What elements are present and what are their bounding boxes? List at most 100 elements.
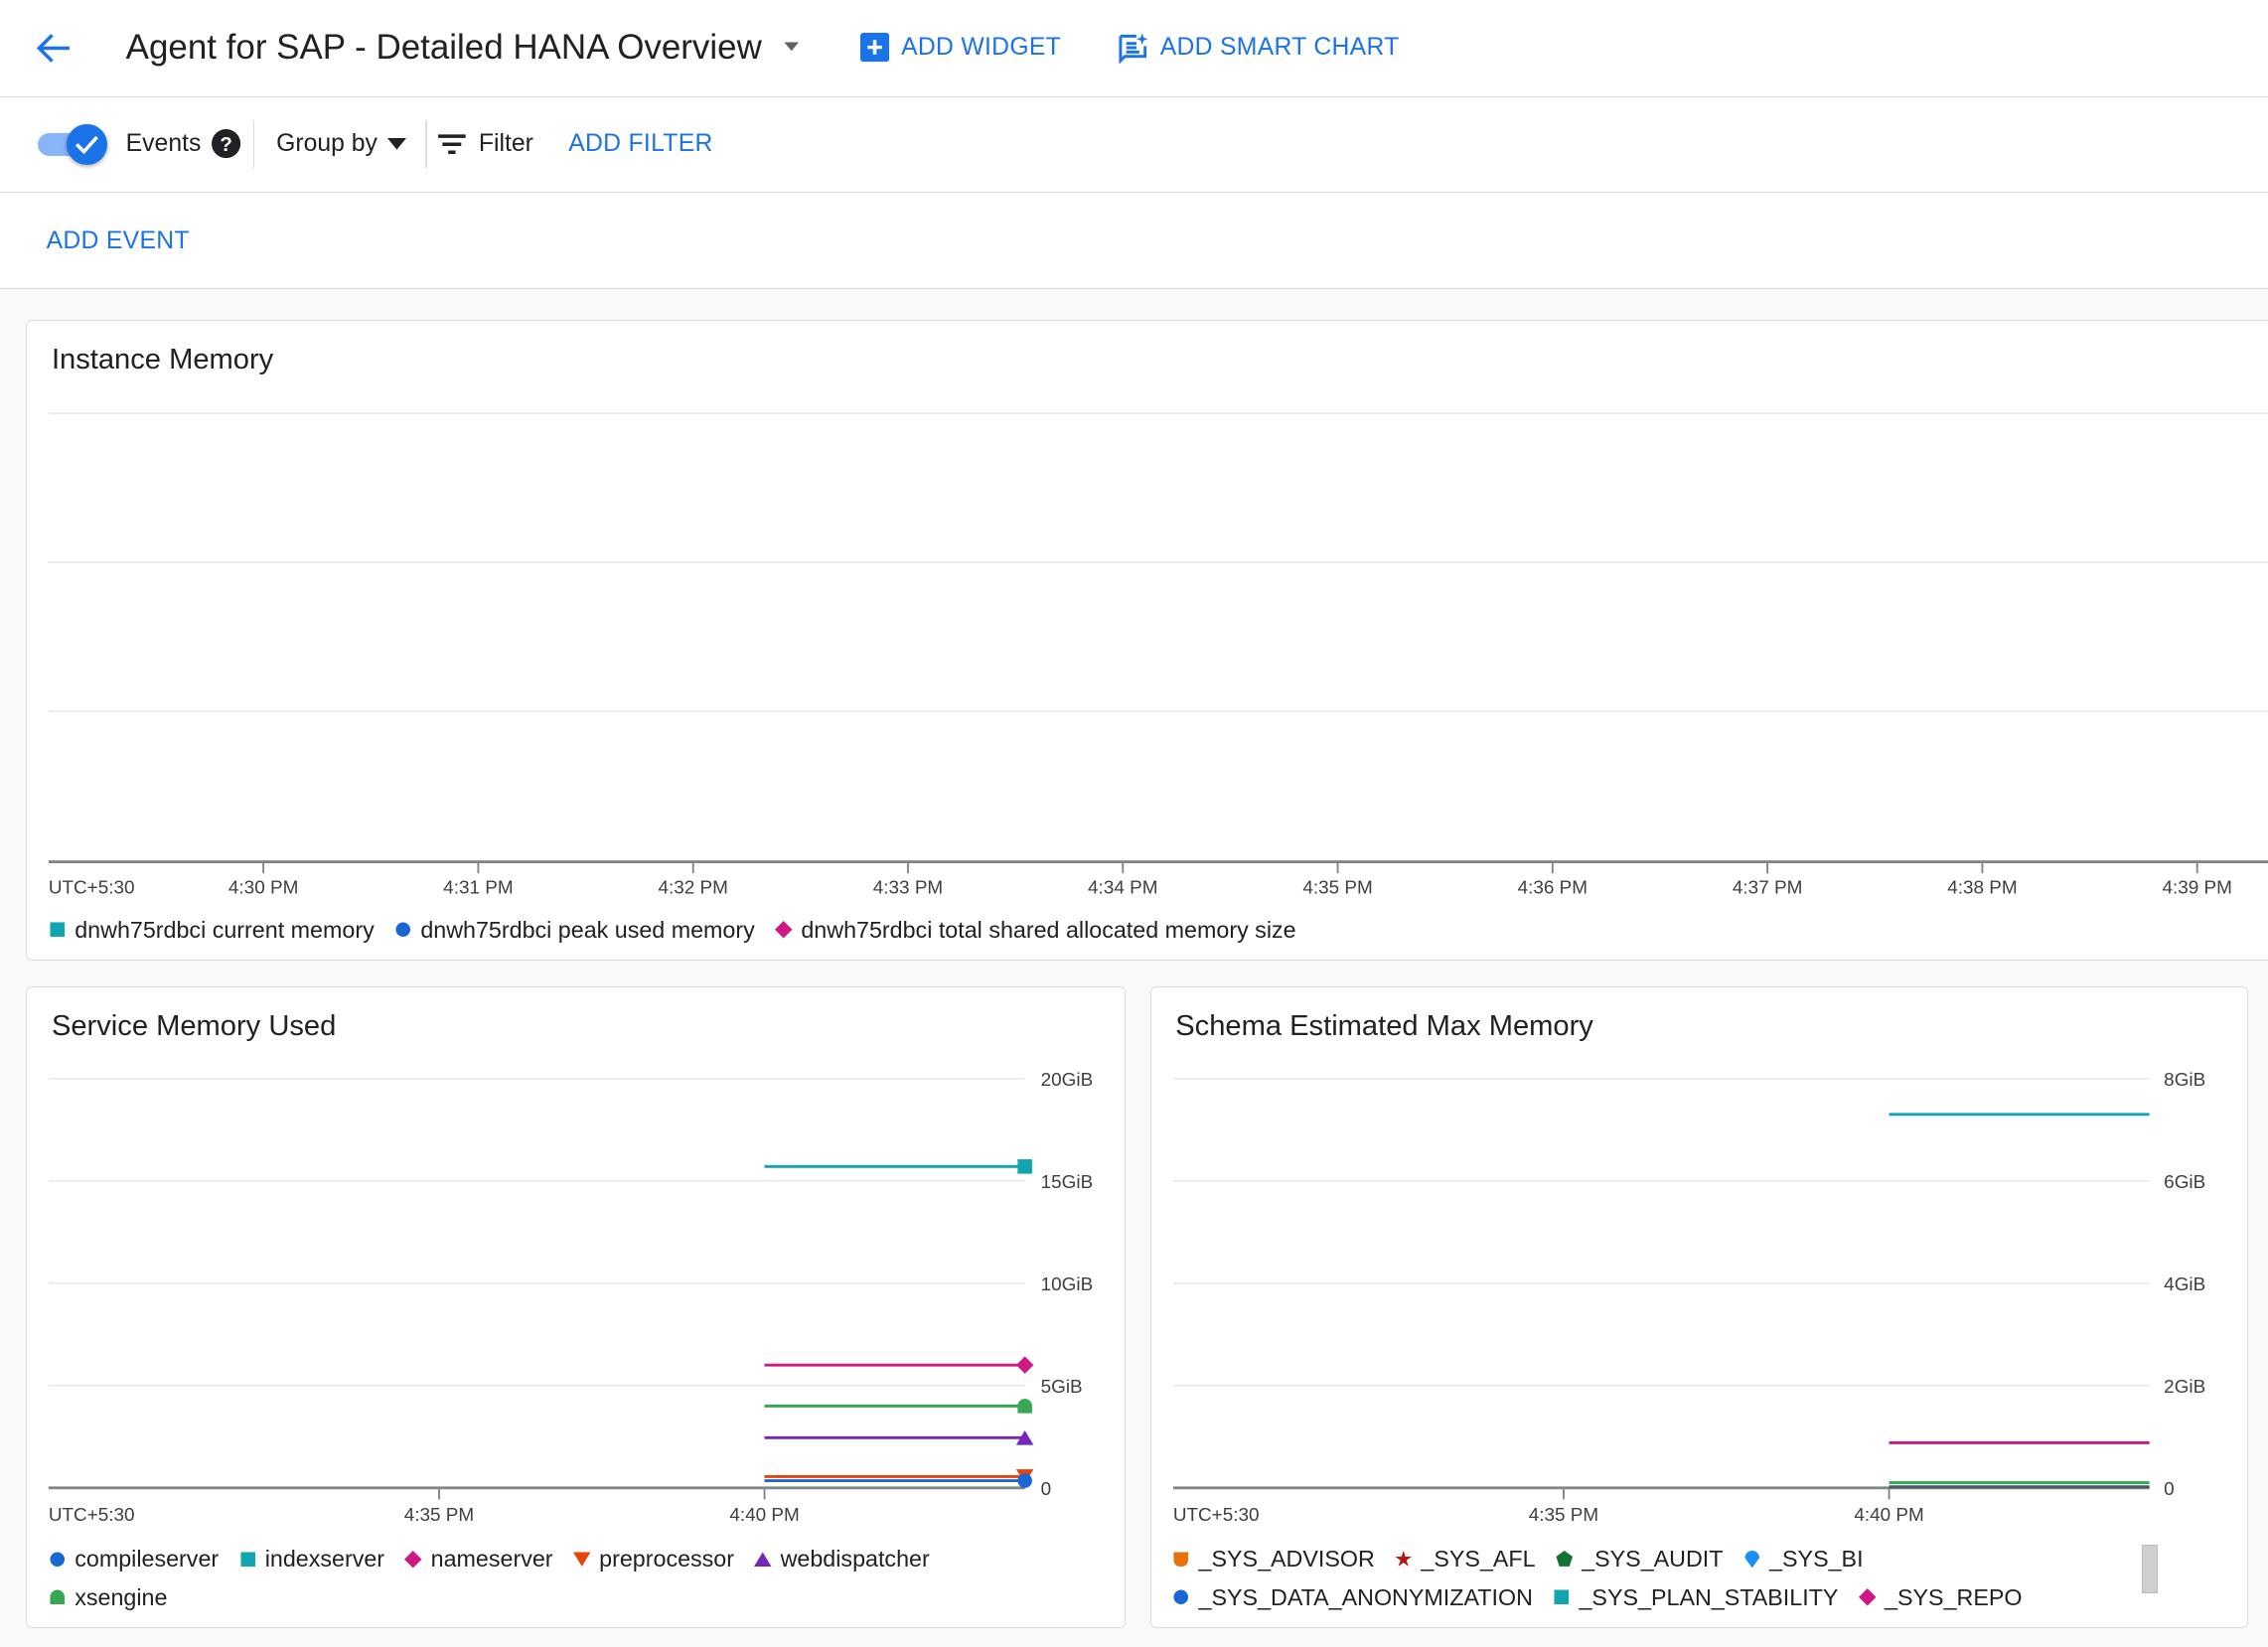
- bell-marker-icon: [50, 1589, 66, 1605]
- y-tick-label: 0: [1041, 1479, 1052, 1500]
- chart-plot: UTC+5:30 4:30 PM 4:31 PM 4:32 PM 4:33 PM 4:34…: [49, 412, 2268, 898]
- legend-marker: [754, 1552, 772, 1567]
- chart-legend: dnwh75rdbci current memory dnwh75rdbci pe…: [49, 917, 2218, 944]
- legend-item[interactable]: preprocessor: [572, 1546, 734, 1572]
- x-tick-label: 4:38 PM: [1947, 877, 2017, 898]
- x-tick-label: 4:40 PM: [730, 1505, 800, 1526]
- group-by-dropdown[interactable]: Group by: [276, 130, 407, 158]
- x-tick-label: 4:33 PM: [873, 877, 943, 898]
- shield-marker-icon: [1173, 1552, 1189, 1567]
- legend-item[interactable]: nameserver: [404, 1546, 553, 1572]
- series-marker: [1017, 1159, 1033, 1174]
- filter-icon: [438, 134, 466, 154]
- x-tick-label: 4:35 PM: [404, 1505, 474, 1526]
- events-toggle[interactable]: [37, 124, 110, 165]
- add-filter-button[interactable]: ADD FILTER: [568, 130, 712, 158]
- legend-item[interactable]: _SYS_DATA_ANONYMIZATION: [1172, 1584, 1533, 1611]
- legend-item[interactable]: _SYS_PLAN_STABILITY: [1553, 1584, 1838, 1611]
- legend-label: dnwh75rdbci current memory: [75, 916, 375, 943]
- legend-label: _SYS_DATA_ANONYMIZATION: [1198, 1583, 1533, 1610]
- service-memory-chart-card: Service Memory Used 0 5GiB 10GiB 15GiB 20GiB…: [26, 985, 1126, 1629]
- legend-item[interactable]: _SYS_AUDIT: [1556, 1546, 1724, 1572]
- chart-plot: 0 5GiB 10GiB 15GiB 20GiB UTC+5:30 4:35 PM 4:40 …: [49, 1070, 1094, 1526]
- pin-marker-icon: [1744, 1550, 1759, 1569]
- smart-chart-icon: [1119, 33, 1149, 65]
- legend-item[interactable]: _SYS_ADVISOR: [1172, 1546, 1375, 1572]
- legend-item[interactable]: _SYS_BI: [1743, 1546, 1864, 1572]
- legend-marker: [572, 1552, 591, 1567]
- title-dropdown-icon[interactable]: [783, 41, 800, 53]
- y-tick-label: 15GiB: [1041, 1172, 1094, 1193]
- legend-item[interactable]: dnwh75rdbci current memory: [49, 917, 375, 944]
- events-label: Events: [125, 130, 202, 158]
- top-header: Agent for SAP - Detailed HANA Overview A…: [0, 0, 2268, 97]
- caret-down-icon: [387, 138, 407, 150]
- y-tick-label: 2GiB: [2164, 1377, 2205, 1398]
- legend-marker: [1395, 1550, 1413, 1567]
- svg-text:?: ?: [220, 133, 231, 155]
- add-smart-chart-button[interactable]: ADD SMART CHART: [1118, 32, 1399, 65]
- series-marker: [1017, 1473, 1033, 1488]
- legend-marker: [1556, 1550, 1574, 1567]
- y-tick-label: 20GiB: [1041, 1070, 1094, 1091]
- legend-label: _SYS_AUDIT: [1582, 1546, 1724, 1572]
- chart-legend: _SYS_ADVISOR _SYS_AFL _SYS_AUDIT _SYS_BI _SY…: [1172, 1546, 2112, 1611]
- legend-marker: [50, 1552, 66, 1567]
- x-tick-label: 4:34 PM: [1088, 877, 1157, 898]
- instance-memory-chart-card: Instance Memory UTC+5:30 4:30 PM 4:31 PM 4:…: [26, 319, 2268, 961]
- circle-marker-icon: [50, 1552, 66, 1567]
- add-widget-button[interactable]: ADD WIDGET: [860, 33, 1062, 63]
- legend-marker: [395, 922, 411, 938]
- x-tick-label: 4:32 PM: [659, 877, 728, 898]
- legend-marker: [1173, 1589, 1189, 1605]
- star-marker-icon: [1395, 1550, 1413, 1567]
- x-tick-label: 4:39 PM: [2163, 877, 2232, 898]
- page-title: Agent for SAP - Detailed HANA Overview: [125, 27, 762, 67]
- x-tick-label: 4:31 PM: [443, 877, 513, 898]
- y-tick-label: 0: [2164, 1479, 2175, 1500]
- legend-item[interactable]: dnwh75rdbci peak used memory: [394, 917, 755, 944]
- back-arrow-icon[interactable]: [35, 31, 73, 66]
- x-tick-label: 4:37 PM: [1733, 877, 1802, 898]
- legend-marker: [404, 1550, 422, 1569]
- x-tick-label: 4:36 PM: [1518, 877, 1588, 898]
- legend-marker: [1554, 1589, 1570, 1605]
- schema-memory-chart-card: Schema Estimated Max Memory 0 2GiB 4GiB 6Gi…: [1149, 985, 2248, 1629]
- add-widget-label: ADD WIDGET: [901, 34, 1062, 62]
- triangle-down-marker-icon: [572, 1552, 591, 1567]
- legend-item[interactable]: dnwh75rdbci total shared allocated memor…: [775, 917, 1296, 944]
- diamond-marker-icon: [775, 921, 793, 939]
- filter-label: Filter: [478, 130, 533, 158]
- filter-toolbar: Events ? Group by Filter ADD FILTER: [0, 96, 2268, 193]
- chart-plot: 0 2GiB 4GiB 6GiB 8GiB UTC+5:30 4:35 PM 4:40 PM: [1172, 1070, 2205, 1526]
- legend-item[interactable]: compileserver: [49, 1546, 219, 1572]
- x-tick-label: 4:40 PM: [1854, 1505, 1923, 1526]
- help-icon[interactable]: ?: [211, 128, 240, 158]
- legend-item[interactable]: _SYS_AFL: [1395, 1546, 1536, 1572]
- add-box-icon: [860, 33, 890, 63]
- check-icon: [75, 136, 98, 155]
- legend-item[interactable]: indexserver: [239, 1546, 384, 1572]
- legend-marker: [50, 922, 66, 938]
- filter-button[interactable]: Filter: [438, 130, 533, 158]
- x-tick-label: 4:35 PM: [1528, 1505, 1597, 1526]
- circle-marker-icon: [395, 922, 411, 938]
- diamond-marker-icon: [1858, 1588, 1877, 1606]
- diamond-marker-icon: [404, 1550, 422, 1569]
- square-marker-icon: [1554, 1589, 1570, 1605]
- legend-item[interactable]: webdispatcher: [754, 1546, 930, 1572]
- add-event-button[interactable]: ADD EVENT: [47, 227, 190, 255]
- divider: [425, 119, 427, 168]
- legend-item[interactable]: _SYS_REPO: [1858, 1584, 2023, 1611]
- x-tick-label: 4:35 PM: [1303, 877, 1373, 898]
- divider: [252, 119, 255, 168]
- y-tick-label: 6GiB: [2164, 1172, 2205, 1193]
- legend-item[interactable]: xsengine: [49, 1584, 167, 1611]
- legend-label: dnwh75rdbci peak used memory: [420, 916, 755, 943]
- circle-marker-icon: [1173, 1589, 1189, 1605]
- legend-label: _SYS_ADVISOR: [1198, 1546, 1375, 1572]
- legend-label: compileserver: [75, 1546, 220, 1572]
- triangle-up-marker-icon: [754, 1552, 772, 1567]
- y-tick-label: 5GiB: [1041, 1377, 1083, 1398]
- legend-label: webdispatcher: [780, 1546, 930, 1572]
